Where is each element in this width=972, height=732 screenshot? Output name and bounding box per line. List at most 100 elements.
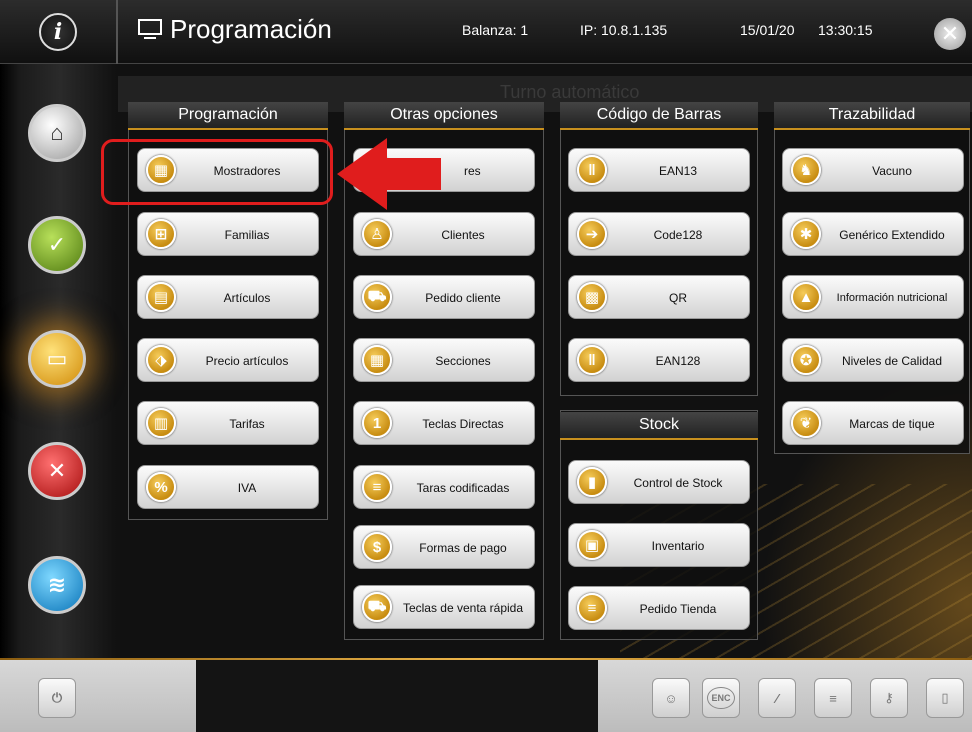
code128-button[interactable]: ➔ Code128 [568, 212, 750, 256]
rail-accept-button[interactable]: ✓ [28, 216, 86, 274]
informacion-nutricional-button[interactable]: ▲ Información nutricional [782, 275, 964, 319]
articulos-button[interactable]: ▤ Artículos [137, 275, 319, 319]
arrow-right-icon: ➔ [577, 219, 607, 249]
quick-cart-icon: ⛟ [362, 592, 392, 622]
page-title-text: Programación [170, 14, 332, 44]
pedido-tienda-button[interactable]: ≡ Pedido Tienda [568, 586, 750, 630]
top-bar: i Programación Balanza: 1 IP: 10.8.1.135… [0, 0, 972, 64]
medal-icon: ✪ [791, 345, 821, 375]
enc-icon: ENC [707, 687, 735, 709]
code128-label: Code128 [653, 228, 703, 242]
enc-button[interactable]: ENC [702, 678, 740, 718]
programacion-header: Programación [128, 102, 328, 130]
pyramid-icon: ▲ [791, 282, 821, 312]
familias-label: Familias [224, 228, 270, 242]
inventario-button[interactable]: ▣ Inventario [568, 523, 750, 567]
barcode-wide-icon: ‖ [577, 345, 607, 375]
rates-icon: ▥ [146, 408, 176, 438]
teclas-venta-rapida-button[interactable]: ⛟ Teclas de venta rápida [353, 585, 535, 629]
rail-network-button[interactable]: ≋ [28, 556, 86, 614]
close-button[interactable]: ✕ [934, 18, 966, 50]
close-icon: ✕ [940, 21, 960, 46]
monitor-icon [138, 18, 162, 41]
tarifas-button[interactable]: ▥ Tarifas [137, 401, 319, 445]
support-icon: ☺ [664, 690, 678, 706]
niveles-calidad-label: Niveles de Calidad [841, 354, 943, 368]
pedido-tienda-label: Pedido Tienda [639, 602, 717, 616]
support-button[interactable]: ☺ [652, 678, 690, 718]
otras-opciones-header: Otras opciones [344, 102, 544, 130]
date-label: 15/01/20 [740, 22, 795, 38]
rail-programming-button[interactable]: ▭ [28, 330, 86, 388]
iva-button[interactable]: % IVA [137, 465, 319, 509]
code-list-button[interactable]: ≡ [814, 678, 852, 718]
taras-codificadas-button[interactable]: ≡ Taras codificadas [353, 465, 535, 509]
pedido-cliente-button[interactable]: ⛟ Pedido cliente [353, 275, 535, 319]
rail-home-button[interactable]: ⌂ [28, 104, 86, 162]
trazabilidad-header: Trazabilidad [774, 102, 970, 130]
informacion-nutricional-label: Información nutricional [836, 292, 948, 304]
ean128-button[interactable]: ‖ EAN128 [568, 338, 750, 382]
iva-label: IVA [237, 481, 257, 495]
barcode-icon: ‖ [577, 155, 607, 185]
qr-button[interactable]: ▩ QR [568, 275, 750, 319]
order-list-icon: ≡ [577, 593, 607, 623]
vacuno-label: Vacuno [872, 164, 912, 178]
formas-de-pago-button[interactable]: $ Formas de pago [353, 525, 535, 569]
teclas-venta-rapida-label: Teclas de venta rápida [402, 601, 524, 615]
familias-button[interactable]: ⊞ Familias [137, 212, 319, 256]
formas-de-pago-label: Formas de pago [419, 541, 507, 555]
key-button[interactable]: ⚷ [870, 678, 908, 718]
document-icon: ▯ [941, 690, 949, 705]
payment-icon: $ [362, 532, 392, 562]
precio-articulos-label: Precio artículos [205, 354, 289, 368]
pedido-cliente-label: Pedido cliente [425, 291, 501, 305]
cart-icon: ⛟ [362, 282, 392, 312]
ean128-label: EAN128 [655, 354, 701, 368]
info-icon: i [39, 13, 77, 51]
articulos-label: Artículos [223, 291, 271, 305]
sections-icon: ▦ [362, 345, 392, 375]
clientes-button[interactable]: ♙ Clientes [353, 212, 535, 256]
qr-label: QR [669, 291, 687, 305]
magic-wand-icon: ⁄ [775, 690, 779, 706]
niveles-calidad-button[interactable]: ✪ Niveles de Calidad [782, 338, 964, 382]
highlight-box [101, 139, 333, 205]
power-button[interactable]: ⏻ [38, 678, 76, 718]
wizard-button[interactable]: ⁄ [758, 678, 796, 718]
red-arrow-annotation [337, 138, 441, 210]
price-tag-icon: ⬗ [146, 345, 176, 375]
info-button[interactable]: i [10, 8, 106, 56]
key-one-icon: 1 [362, 408, 392, 438]
check-icon: ✓ [47, 232, 67, 257]
families-icon: ⊞ [146, 219, 176, 249]
teclas-directas-label: Teclas Directas [422, 417, 504, 431]
marcas-tique-label: Marcas de tique [849, 417, 935, 431]
bar-chart-icon: ▮ [577, 467, 607, 497]
percent-icon: % [146, 472, 176, 502]
page-title: Programación [138, 14, 332, 45]
qr-icon: ▩ [577, 282, 607, 312]
control-stock-button[interactable]: ▮ Control de Stock [568, 460, 750, 504]
list-icon: ≡ [362, 472, 392, 502]
cow-icon: ♞ [791, 155, 821, 185]
code-list-icon: ≡ [829, 690, 837, 706]
precio-articulos-button[interactable]: ⬗ Precio artículos [137, 338, 319, 382]
monitor-icon: ▭ [46, 346, 68, 371]
background-window-title: Turno automático [500, 82, 640, 102]
ean13-button[interactable]: ‖ EAN13 [568, 148, 750, 192]
tarifas-label: Tarifas [229, 417, 265, 431]
inventario-label: Inventario [651, 539, 705, 553]
rail-tools-button[interactable]: ✕ [28, 442, 86, 500]
generico-extendido-button[interactable]: ✱ Genérico Extendido [782, 212, 964, 256]
document-button[interactable]: ▯ [926, 678, 964, 718]
vacuno-button[interactable]: ♞ Vacuno [782, 148, 964, 192]
leaf-icon: ❦ [791, 408, 821, 438]
marcas-tique-button[interactable]: ❦ Marcas de tique [782, 401, 964, 445]
time-label: 13:30:15 [818, 22, 873, 38]
teclas-directas-button[interactable]: 1 Teclas Directas [353, 401, 535, 445]
secciones-button[interactable]: ▦ Secciones [353, 338, 535, 382]
boxes-icon: ▣ [577, 530, 607, 560]
key-icon: ⚷ [884, 690, 894, 705]
customer-icon: ♙ [362, 219, 392, 249]
